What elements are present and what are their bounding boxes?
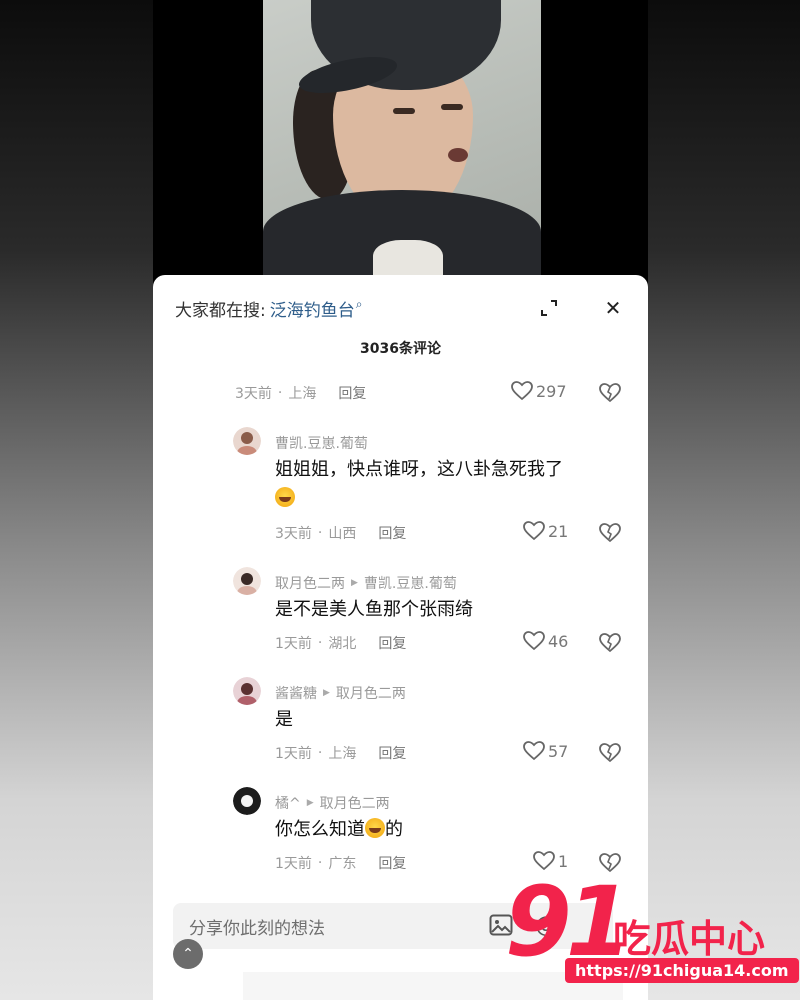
heart-icon [523, 741, 545, 761]
search-suggestion-bar: 大家都在搜: 泛海钓鱼台 ⌕ ✕ [175, 293, 628, 323]
comment-emoji [275, 487, 295, 508]
comment-header: 曹凯.豆崽.葡萄 [275, 433, 368, 453]
like-count: 57 [548, 741, 569, 761]
comment-location: 上海 [288, 386, 317, 402]
avatar[interactable] [233, 427, 261, 455]
dislike-button[interactable] [599, 523, 621, 547]
scroll-up-button[interactable]: ⌃ [173, 939, 203, 969]
dislike-button[interactable] [599, 383, 621, 407]
comment-meta-row: 1天前 · 上海 回复 [275, 743, 407, 763]
avatar[interactable] [233, 567, 261, 595]
search-term-link[interactable]: 泛海钓鱼台 [270, 296, 355, 321]
like-button[interactable]: 57 [523, 741, 568, 761]
watermark-number: 91 [505, 866, 633, 978]
comment-location: 湖北 [328, 636, 357, 652]
phone-screen: 大家都在搜: 泛海钓鱼台 ⌕ ✕ 3036条评论 3天前 · 上海 回复 297 [153, 0, 648, 1000]
comment-meta-row: 3天前 · 山西 回复 [275, 523, 407, 543]
reply-button[interactable]: 回复 [378, 523, 406, 543]
expand-button[interactable] [536, 295, 562, 321]
broken-heart-icon [599, 523, 621, 543]
watermark-url: https://91chigua14.com [565, 958, 799, 983]
comment-username[interactable]: 酱酱糖 [275, 683, 317, 703]
comment-location: 山西 [328, 526, 357, 542]
comment-time: 1天前 [275, 856, 312, 872]
like-count: 21 [548, 521, 569, 541]
comment-time: 3天前 [275, 526, 312, 542]
like-button[interactable]: 297 [511, 381, 567, 401]
like-count: 46 [548, 631, 569, 651]
video-frame[interactable] [263, 0, 541, 280]
laugh-cry-emoji-icon [365, 818, 385, 838]
comment-input-placeholder: 分享你此刻的想法 [189, 918, 325, 939]
chevron-up-icon: ⌃ [182, 946, 194, 962]
comment-time: 3天前 [235, 386, 272, 402]
reply-button[interactable]: 回复 [378, 633, 406, 653]
watermark-logo: 91 吃瓜中心 https://91chigua14.com [505, 866, 799, 992]
comment-time: 1天前 [275, 636, 312, 652]
comment-text: 是 [275, 709, 293, 730]
broken-heart-icon [599, 633, 621, 653]
comment-username[interactable]: 曹凯.豆崽.葡萄 [275, 433, 368, 453]
heart-icon [523, 521, 545, 541]
search-icon: ⌕ [355, 296, 363, 311]
comment-header: 酱酱糖 ▶ 取月色二两 [275, 683, 406, 703]
comment-location: 上海 [328, 746, 357, 762]
avatar[interactable] [233, 787, 261, 815]
avatar[interactable] [233, 677, 261, 705]
comment-username[interactable]: 橘^ [275, 793, 301, 813]
reply-arrow-icon: ▶ [323, 688, 330, 698]
dislike-button[interactable] [599, 743, 621, 767]
comment-meta-row: 1天前 · 湖北 回复 [275, 633, 407, 653]
broken-heart-icon [599, 383, 621, 403]
comment-text: 你怎么知道的 [275, 818, 403, 840]
reply-to-username[interactable]: 取月色二两 [336, 683, 406, 703]
comment-time: 1天前 [275, 746, 312, 762]
reply-arrow-icon: ▶ [351, 578, 358, 588]
video-person-mouth [448, 148, 468, 162]
like-count: 297 [536, 381, 567, 401]
comment-meta-row: 1天前 · 广东 回复 [275, 853, 407, 873]
comment-text: 是不是美人鱼那个张雨绮 [275, 599, 473, 620]
comment-header: 取月色二两 ▶ 曹凯.豆崽.葡萄 [275, 573, 457, 593]
dislike-button[interactable] [599, 633, 621, 657]
reply-to-username[interactable]: 取月色二两 [320, 793, 390, 813]
close-icon: ✕ [604, 296, 622, 320]
laugh-cry-emoji-icon [275, 487, 295, 507]
comment-count: 3036条评论 [360, 341, 441, 357]
reply-button[interactable]: 回复 [378, 853, 406, 873]
broken-heart-icon [599, 743, 621, 763]
comment-username[interactable]: 取月色二两 [275, 573, 345, 593]
close-button[interactable]: ✕ [598, 293, 628, 323]
reply-arrow-icon: ▶ [306, 798, 314, 808]
comment-meta-row: 3天前 · 上海 回复 [235, 383, 367, 403]
watermark-name: 吃瓜中心 [613, 917, 766, 961]
expand-icon [541, 300, 557, 316]
video-person-eye [441, 104, 463, 110]
like-button[interactable]: 46 [523, 631, 568, 651]
comment-header: 橘^ ▶ 取月色二两 [275, 793, 390, 813]
like-button[interactable]: 21 [523, 521, 568, 541]
reply-button[interactable]: 回复 [338, 383, 366, 403]
video-person-eye [393, 108, 415, 114]
heart-icon [511, 381, 533, 401]
heart-icon [523, 631, 545, 651]
search-prefix-label: 大家都在搜: [175, 300, 266, 321]
reply-to-username[interactable]: 曹凯.豆崽.葡萄 [364, 573, 457, 593]
comment-text: 姐姐姐，快点谁呀，这八卦急死我了 [275, 459, 563, 480]
video-person-shirt [373, 240, 443, 280]
comment-location: 广东 [328, 856, 357, 872]
reply-button[interactable]: 回复 [378, 743, 406, 763]
